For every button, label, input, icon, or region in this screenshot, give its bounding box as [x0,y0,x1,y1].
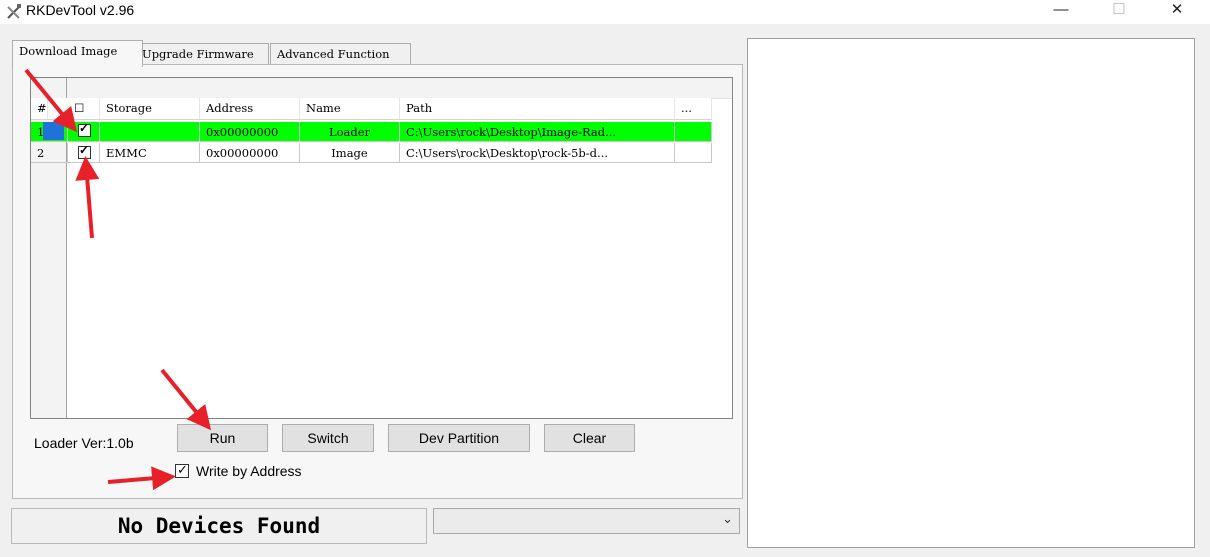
app-tools-icon [7,4,21,19]
header-more[interactable]: ... [675,98,712,119]
row-storage [100,122,200,142]
row-number: 2 [31,143,68,163]
device-status: No Devices Found [11,508,427,544]
run-button[interactable]: Run [177,424,268,452]
log-panel[interactable] [747,38,1195,548]
write-by-address-checkbox[interactable] [175,462,189,478]
title-bar: RKDevTool v2.96 — ☐ ✕ [0,0,1210,24]
table-row[interactable]: 1 0x00000000 Loader C:\Users\rock\Deskto… [31,122,712,142]
header-number[interactable]: # [31,98,48,119]
row-address[interactable]: 0x00000000 [200,143,300,163]
tab-download-image[interactable]: Download Image [12,40,143,67]
header-name[interactable]: Name [300,98,400,119]
list-top-strip [31,78,732,99]
minimize-button[interactable]: — [1038,0,1084,24]
row-1-checkbox[interactable] [78,121,91,137]
tab-advanced-function[interactable]: Advanced Function [270,43,411,66]
clear-button[interactable]: Clear [544,424,635,452]
switch-button[interactable]: Switch [282,424,374,452]
row-path[interactable]: C:\Users\rock\Desktop\Image-Rad... [400,122,675,142]
write-by-address-label[interactable]: Write by Address [196,463,302,479]
row-2-checkbox[interactable] [78,143,91,159]
header-path[interactable]: Path [400,98,675,119]
row-name: Loader [300,122,400,142]
table-row[interactable]: 2 EMMC 0x00000000 Image C:\Users\rock\De… [31,143,712,163]
checkbox-focus-highlight [43,122,64,140]
dev-partition-button[interactable]: Dev Partition [388,424,530,452]
maximize-button[interactable]: ☐ [1096,0,1142,24]
header-check[interactable]: ☐ [68,98,100,119]
tab-upgrade-firmware[interactable]: Upgrade Firmware [135,43,269,66]
header-storage[interactable]: Storage [100,98,200,119]
window-title: RKDevTool v2.96 [26,2,135,18]
image-list[interactable]: # ☐ Storage Address Name Path ... 1 0x00… [30,77,733,419]
row-browse[interactable] [675,143,712,163]
row-path[interactable]: C:\Users\rock\Desktop\rock-5b-d... [400,143,675,163]
list-header: # ☐ Storage Address Name Path ... [31,98,712,120]
header-address[interactable]: Address [200,98,300,119]
row-name: Image [300,143,400,163]
device-combo[interactable]: ⌄ [433,508,740,534]
close-button[interactable]: ✕ [1154,0,1200,24]
row-storage: EMMC [100,143,200,163]
loader-version-label: Loader Ver:1.0b [34,435,134,451]
row-address[interactable]: 0x00000000 [200,122,300,142]
row-browse[interactable] [675,122,712,142]
chevron-down-icon[interactable]: ⌄ [722,511,733,527]
